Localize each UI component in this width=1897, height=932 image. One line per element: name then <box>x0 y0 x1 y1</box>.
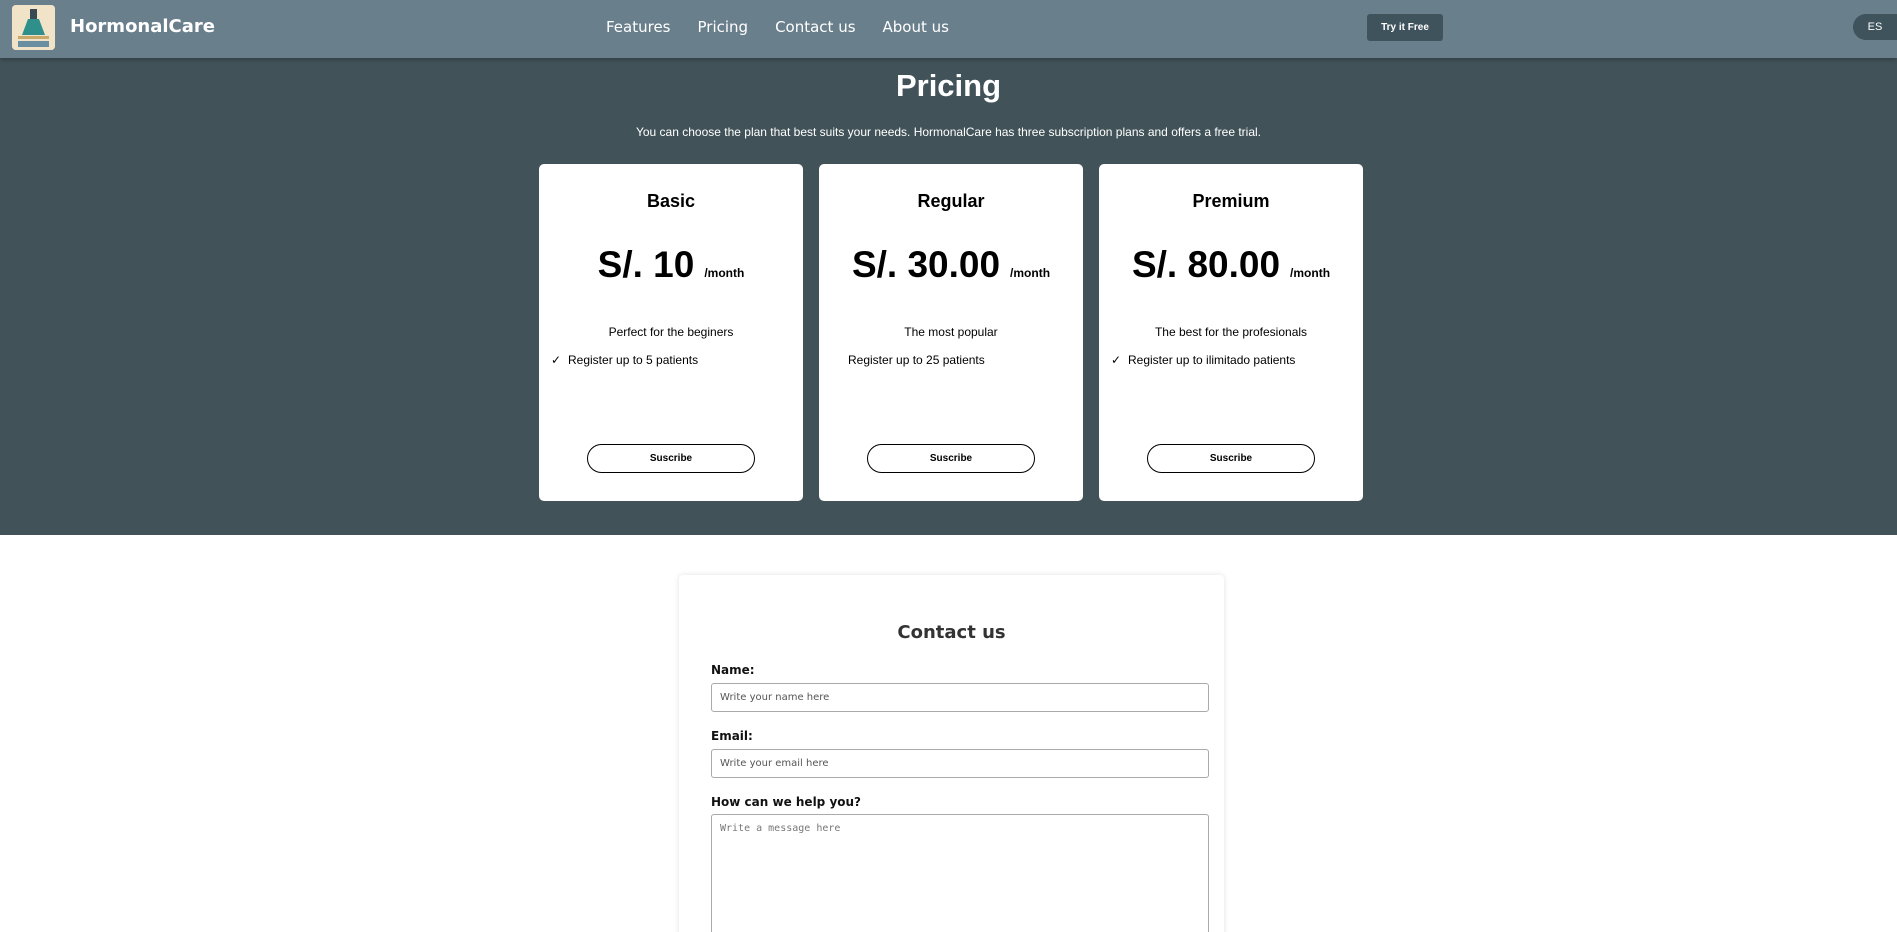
name-label: Name: <box>711 663 755 677</box>
plan-name: Regular <box>917 191 985 211</box>
pricing-title: Pricing <box>895 68 1002 103</box>
email-input[interactable]: Write your email here <box>711 749 1209 778</box>
plan-price: S/. 30.00 <box>851 244 1001 285</box>
subscribe-button-basic[interactable]: Suscribe <box>587 444 755 473</box>
subscribe-button-regular[interactable]: Suscribe <box>867 444 1035 473</box>
main-nav: Features Pricing Contact us About us <box>606 18 976 36</box>
message-label: How can we help you? <box>711 795 862 809</box>
plan-name: Basic <box>646 191 696 211</box>
nav-about-us[interactable]: About us <box>883 18 949 36</box>
plan-feature-text: Register up to 25 patients <box>848 353 985 367</box>
try-it-free-button[interactable]: Try it Free <box>1367 14 1443 41</box>
plan-description: Perfect for the beginers <box>608 325 734 339</box>
nav-features[interactable]: Features <box>606 18 671 36</box>
pricing-section: Pricing You can choose the plan that bes… <box>0 58 1897 535</box>
subscribe-button-premium[interactable]: Suscribe <box>1147 444 1315 473</box>
plan-period: /month <box>1010 266 1051 280</box>
logo[interactable] <box>12 5 55 50</box>
contact-form: Contact us Name: Write your name here Em… <box>679 575 1224 932</box>
plan-feature: Register up to 25 patients <box>831 353 985 367</box>
nav-contact-us[interactable]: Contact us <box>775 18 855 36</box>
pricing-subtitle: You can choose the plan that best suits … <box>635 125 1262 139</box>
message-textarea[interactable]: Write a message here <box>711 814 1209 932</box>
brand-name[interactable]: HormonalCare <box>70 16 215 37</box>
plan-feature-text: Register up to 5 patients <box>568 353 699 367</box>
plan-price-row: S/. 30.00 /month <box>819 244 1083 286</box>
plan-description: The best for the profesionals <box>1154 325 1308 339</box>
plan-card-basic: Basic S/. 10 /month Perfect for the begi… <box>539 164 803 501</box>
plan-price-row: S/. 10 /month <box>539 244 803 286</box>
plan-feature: ✓ Register up to 5 patients <box>551 353 698 367</box>
plan-period: /month <box>1290 266 1331 280</box>
plan-period: /month <box>704 266 745 280</box>
top-navbar: HormonalCare Features Pricing Contact us… <box>0 0 1897 58</box>
plan-price-row: S/. 80.00 /month <box>1099 244 1363 286</box>
contact-title: Contact us <box>897 622 1006 643</box>
plan-price: S/. 10 <box>597 244 695 285</box>
plan-card-regular: Regular S/. 30.00 /month The most popula… <box>819 164 1083 501</box>
name-input[interactable]: Write your name here <box>711 683 1209 712</box>
check-icon: ✓ <box>1111 353 1122 367</box>
plan-price: S/. 80.00 <box>1131 244 1281 285</box>
plan-card-premium: Premium S/. 80.00 /month The best for th… <box>1099 164 1363 501</box>
plan-name: Premium <box>1192 191 1270 211</box>
flask-logo-icon <box>12 5 55 50</box>
plan-description: The most popular <box>904 325 998 339</box>
check-icon: ✓ <box>551 353 562 367</box>
plan-feature: ✓ Register up to ilimitado patients <box>1111 353 1295 367</box>
language-toggle-button[interactable]: ES <box>1853 14 1897 40</box>
nav-pricing[interactable]: Pricing <box>698 18 749 36</box>
email-label: Email: <box>711 729 753 743</box>
plan-feature-text: Register up to ilimitado patients <box>1128 353 1296 367</box>
